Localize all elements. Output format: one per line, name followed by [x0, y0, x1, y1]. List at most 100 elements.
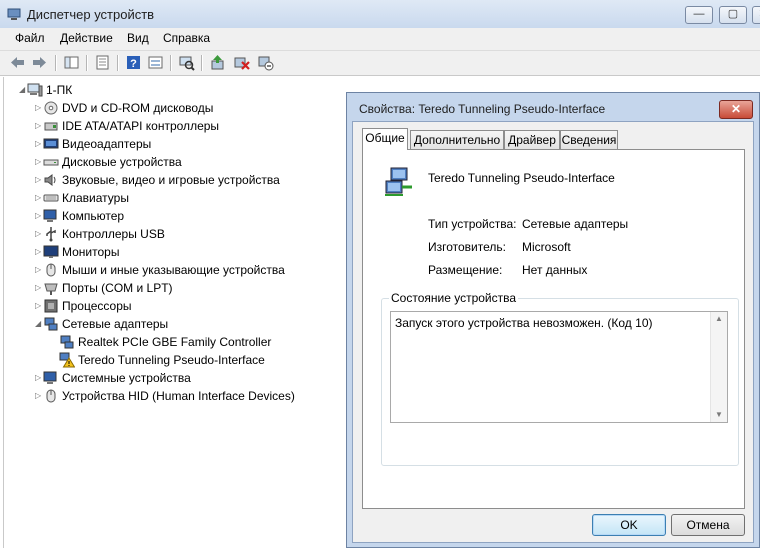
tree-item-label: Teredo Tunneling Pseudo-Interface — [78, 353, 265, 367]
device-name: Teredo Tunneling Pseudo-Interface — [428, 171, 615, 185]
tree-item-label: Звуковые, видео и игровые устройства — [62, 173, 280, 187]
status-scrollbar[interactable]: ▲ ▼ — [710, 312, 727, 422]
scan-hardware-icon[interactable] — [178, 54, 195, 71]
dvd-drive-icon — [44, 101, 58, 115]
close-button[interactable]: ✕ — [752, 6, 760, 24]
usb-icon — [46, 227, 56, 242]
close-icon: ✕ — [730, 102, 742, 116]
collapsed-arrow-icon[interactable]: ▷ — [35, 139, 43, 149]
menu-action[interactable]: Действие — [60, 31, 113, 45]
mouse-icon — [46, 263, 56, 277]
dialog-body: Общие Дополнительно Драйвер Сведения Ter… — [352, 121, 754, 543]
network-adapter-icon — [385, 167, 412, 196]
menu-help[interactable]: Справка — [163, 31, 210, 45]
show-hide-tree-icon[interactable] — [63, 54, 80, 71]
toolbar: ? — [0, 51, 760, 76]
device-status-text: Запуск этого устройства невозможен. (Код… — [395, 316, 653, 330]
cancel-button[interactable]: Отмена — [671, 514, 745, 536]
general-tab-panel: Teredo Tunneling Pseudo-Interface Тип ус… — [362, 149, 745, 509]
minimize-button[interactable]: — — [685, 6, 713, 24]
update-driver-icon[interactable] — [209, 54, 226, 71]
device-status-textbox[interactable]: Запуск этого устройства невозможен. (Код… — [390, 311, 728, 423]
forward-icon[interactable] — [31, 54, 48, 71]
collapsed-arrow-icon[interactable]: ▷ — [35, 301, 43, 311]
collapsed-arrow-icon[interactable]: ▷ — [35, 211, 43, 221]
scroll-up-icon[interactable]: ▲ — [711, 312, 727, 326]
collapsed-arrow-icon[interactable]: ▷ — [35, 283, 43, 293]
tree-root-label: 1-ПК — [46, 83, 73, 97]
tree-item-label: Порты (COM и LPT) — [62, 281, 173, 295]
network-adapter-icon — [60, 335, 74, 349]
monitor-icon — [43, 245, 59, 258]
network-adapter-warning-icon — [59, 352, 75, 368]
disable-icon[interactable] — [257, 54, 274, 71]
collapsed-arrow-icon[interactable]: ▷ — [35, 157, 43, 167]
processor-icon — [44, 299, 58, 313]
tree-item-label: IDE ATA/ATAPI контроллеры — [62, 119, 220, 133]
help-icon[interactable]: ? — [125, 54, 142, 71]
uninstall-icon[interactable] — [233, 54, 250, 71]
tree-item-label: Видеоадаптеры — [62, 137, 152, 151]
system-device-icon — [43, 371, 57, 384]
location-value: Нет данных — [522, 263, 588, 277]
view-icon[interactable] — [147, 54, 164, 71]
tab-advanced[interactable]: Дополнительно — [410, 130, 504, 149]
tree-item-label: Контроллеры USB — [62, 227, 165, 241]
toolbar-separator — [170, 55, 172, 71]
collapsed-arrow-icon[interactable]: ▷ — [35, 193, 43, 203]
scroll-down-icon[interactable]: ▼ — [711, 408, 727, 422]
network-adapter-icon — [44, 317, 58, 331]
tree-item-label: Мониторы — [62, 245, 120, 259]
close-icon: ✕ — [753, 7, 760, 22]
menu-bar: Файл Действие Вид Справка — [0, 28, 760, 51]
svg-text:?: ? — [130, 58, 137, 70]
dialog-close-button[interactable]: ✕ — [719, 100, 753, 119]
collapsed-arrow-icon[interactable]: ▷ — [35, 247, 43, 257]
collapsed-arrow-icon[interactable]: ▷ — [35, 103, 43, 113]
disk-drive-icon — [43, 159, 59, 166]
minimize-icon: — — [693, 8, 705, 20]
tree-item-label: Сетевые адаптеры — [62, 317, 169, 331]
hid-device-icon — [46, 389, 56, 403]
toolbar-separator — [201, 55, 203, 71]
toolbar-separator — [55, 55, 57, 71]
device-status-group: Состояние устройства Запуск этого устрой… — [381, 291, 739, 466]
tab-driver[interactable]: Драйвер — [504, 130, 560, 149]
menu-view[interactable]: Вид — [127, 31, 149, 45]
collapsed-arrow-icon[interactable]: ▷ — [35, 373, 43, 383]
back-icon[interactable] — [9, 54, 26, 71]
tree-item-label: DVD и CD-ROM дисководы — [62, 101, 214, 115]
collapsed-arrow-icon[interactable]: ▷ — [35, 229, 43, 239]
tree-item-label: Системные устройства — [62, 371, 191, 385]
tree-item-label: Дисковые устройства — [62, 155, 182, 169]
speaker-icon — [44, 174, 56, 186]
collapsed-arrow-icon[interactable]: ▷ — [35, 175, 43, 185]
collapsed-arrow-icon[interactable]: ▷ — [35, 121, 43, 131]
keyboard-icon — [43, 194, 59, 202]
toolbar-separator — [86, 55, 88, 71]
manufacturer-label: Изготовитель: — [428, 240, 506, 254]
tab-details[interactable]: Сведения — [560, 130, 618, 149]
properties-dialog: Свойства: Teredo Tunneling Pseudo-Interf… — [346, 92, 760, 548]
device-type-value: Сетевые адаптеры — [522, 217, 629, 231]
tree-item-label: Realtek PCIe GBE Family Controller — [78, 335, 272, 349]
maximize-icon: ▢ — [727, 8, 739, 20]
ide-controller-icon — [44, 122, 58, 131]
ok-button[interactable]: OK — [592, 514, 666, 536]
properties-icon[interactable] — [94, 54, 111, 71]
maximize-button[interactable]: ▢ — [719, 6, 747, 24]
collapsed-arrow-icon[interactable]: ▷ — [35, 391, 43, 401]
computer-icon — [27, 83, 43, 97]
tab-general[interactable]: Общие — [362, 128, 408, 150]
location-label: Размещение: — [428, 263, 503, 277]
tree-item-label: Клавиатуры — [62, 191, 129, 205]
device-manager-icon — [7, 8, 21, 20]
menu-file[interactable]: Файл — [15, 31, 45, 45]
title-bar: Диспетчер устройств — ▢ ✕ — [0, 0, 760, 29]
expanded-arrow-icon[interactable]: ◢ — [19, 85, 27, 95]
port-icon — [44, 283, 58, 295]
expanded-arrow-icon[interactable]: ◢ — [35, 319, 43, 329]
window-title: Диспетчер устройств — [27, 7, 155, 22]
tree-item-label: Компьютер — [62, 209, 125, 223]
collapsed-arrow-icon[interactable]: ▷ — [35, 265, 43, 275]
